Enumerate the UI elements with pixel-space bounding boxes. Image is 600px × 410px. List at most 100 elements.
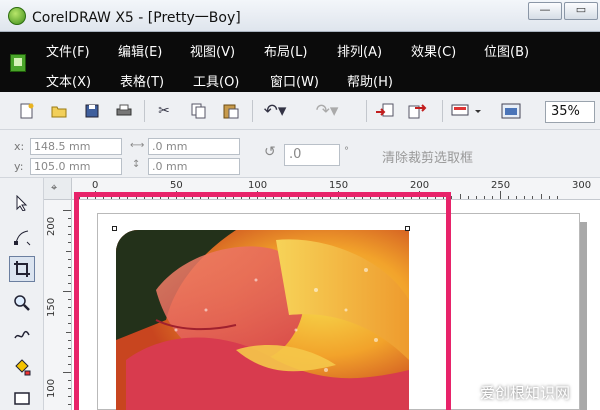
maximize-icon: ▭ (575, 3, 587, 16)
ruler-tick (500, 191, 501, 199)
menu-effects[interactable]: 效果(C) (411, 41, 456, 60)
ruler-tick (63, 210, 71, 211)
menu-tools[interactable]: 工具(O) (193, 71, 239, 90)
ruler-tick (483, 196, 485, 199)
watermark-logo (458, 383, 476, 401)
toolbar-separator (144, 100, 145, 122)
ruler-tick (68, 388, 71, 390)
menu-arrange[interactable]: 排列(A) (337, 41, 382, 60)
ruler-label: 150 (329, 180, 349, 191)
menu-view[interactable]: 视图(V) (190, 41, 235, 60)
ruler-tick (63, 291, 71, 292)
ruler-tick (68, 218, 71, 220)
ruler-tick (451, 196, 453, 199)
menu-edit[interactable]: 编辑(E) (118, 41, 162, 60)
menu-layout[interactable]: 布局(L) (264, 41, 307, 60)
annotation-highlight-box (74, 192, 451, 410)
ruler-tick (68, 274, 71, 276)
clear-crop-marquee-button[interactable]: 清除裁剪选取框 (382, 147, 473, 166)
ruler-label: 250 (491, 180, 511, 191)
ruler-tick (68, 355, 71, 357)
menu-text[interactable]: 文本(X) (46, 71, 91, 90)
welcome-screen-icon[interactable] (500, 103, 522, 119)
paste-icon[interactable] (222, 103, 240, 119)
menu-bitmaps[interactable]: 位图(B) (484, 41, 529, 60)
ruler-label: 200 (46, 216, 57, 236)
ruler-tick (68, 234, 71, 236)
height-icon: ↕ (132, 159, 141, 170)
menu-file[interactable]: 文件(F) (46, 41, 90, 60)
ruler-tick (68, 258, 71, 260)
freehand-tool-icon[interactable] (9, 322, 35, 348)
redo-icon[interactable]: ↷▾ (314, 101, 340, 121)
ruler-tick (491, 196, 493, 199)
shape-tool-icon[interactable] (9, 224, 35, 250)
ruler-tick (548, 196, 550, 199)
toolbar-separator (252, 100, 253, 122)
y-label: y: (14, 160, 24, 173)
ruler-tick (68, 315, 71, 317)
undo-icon[interactable]: ↶▾ (262, 101, 288, 121)
title-bar: CorelDRAW X5 - [Pretty一Boy] — ▭ (0, 0, 600, 32)
zoom-tool-icon[interactable] (9, 290, 35, 316)
x-position-field[interactable]: 148.5 mm (30, 138, 122, 155)
save-icon[interactable] (83, 103, 101, 119)
vertical-ruler[interactable]: 200 150 100 (44, 200, 72, 410)
cut-icon[interactable]: ✂ (154, 103, 174, 119)
export-icon[interactable] (406, 103, 428, 119)
toolbar-separator (442, 100, 443, 122)
watermark-text: 爱创根知识网 (480, 384, 571, 402)
ruler-tick (68, 307, 71, 309)
ruler-tick (556, 196, 558, 199)
ruler-tick (467, 196, 469, 199)
menu-help[interactable]: 帮助(H) (347, 71, 393, 90)
ruler-label: 200 (410, 180, 430, 191)
ruler-tick (508, 196, 510, 199)
ruler-tick (540, 194, 542, 199)
minimize-icon: — (539, 3, 551, 16)
menu-bar: 文件(F) 编辑(E) 视图(V) 布局(L) 排列(A) 效果(C) 位图(B… (0, 32, 600, 92)
menu-table[interactable]: 表格(T) (120, 71, 164, 90)
ruler-tick (475, 196, 477, 199)
ruler-origin[interactable]: ⌖ (44, 178, 72, 200)
ruler-label: 100 (46, 378, 57, 398)
open-icon[interactable] (50, 103, 68, 119)
width-icon: ⟷ (130, 140, 145, 151)
ruler-tick (68, 396, 71, 398)
maximize-button[interactable]: ▭ (564, 2, 598, 20)
ruler-label: 150 (46, 297, 57, 317)
smart-fill-tool-icon[interactable] (9, 354, 35, 380)
print-icon[interactable] (114, 103, 134, 119)
rectangle-tool-icon[interactable] (9, 386, 35, 410)
toolbox (0, 178, 44, 410)
ruler-tick (68, 323, 71, 325)
ruler-label: 100 (248, 180, 268, 191)
ruler-tick (68, 347, 71, 349)
y-position-field[interactable]: 105.0 mm (30, 158, 122, 175)
standard-toolbar: ✂ ↶▾ ↷▾ (0, 92, 600, 130)
application-launcher-icon[interactable] (450, 103, 484, 119)
ruler-tick (516, 196, 518, 199)
ruler-tick (68, 266, 71, 268)
import-icon[interactable] (374, 103, 396, 119)
page-shadow (580, 222, 587, 410)
zoom-level-input[interactable]: 35% (545, 101, 595, 123)
minimize-button[interactable]: — (528, 2, 562, 20)
new-document-icon[interactable] (18, 103, 36, 119)
crop-tool-icon[interactable] (9, 256, 35, 282)
copy-icon[interactable] (190, 103, 208, 119)
rotation-angle-field[interactable]: .0 (284, 144, 340, 166)
ruler-tick (68, 299, 71, 301)
ruler-label: 50 (170, 180, 183, 191)
menu-window[interactable]: 窗口(W) (270, 71, 319, 90)
document-icon[interactable] (10, 54, 26, 72)
height-field[interactable]: .0 mm (148, 158, 240, 175)
ruler-tick (532, 196, 534, 199)
width-field[interactable]: .0 mm (148, 138, 240, 155)
ruler-tick (68, 339, 71, 341)
x-label: x: (14, 140, 25, 153)
window-title: CorelDRAW X5 - [Pretty一Boy] (32, 10, 241, 26)
ruler-tick (459, 194, 461, 199)
pick-tool-icon[interactable] (9, 190, 35, 216)
ruler-tick (68, 282, 71, 284)
